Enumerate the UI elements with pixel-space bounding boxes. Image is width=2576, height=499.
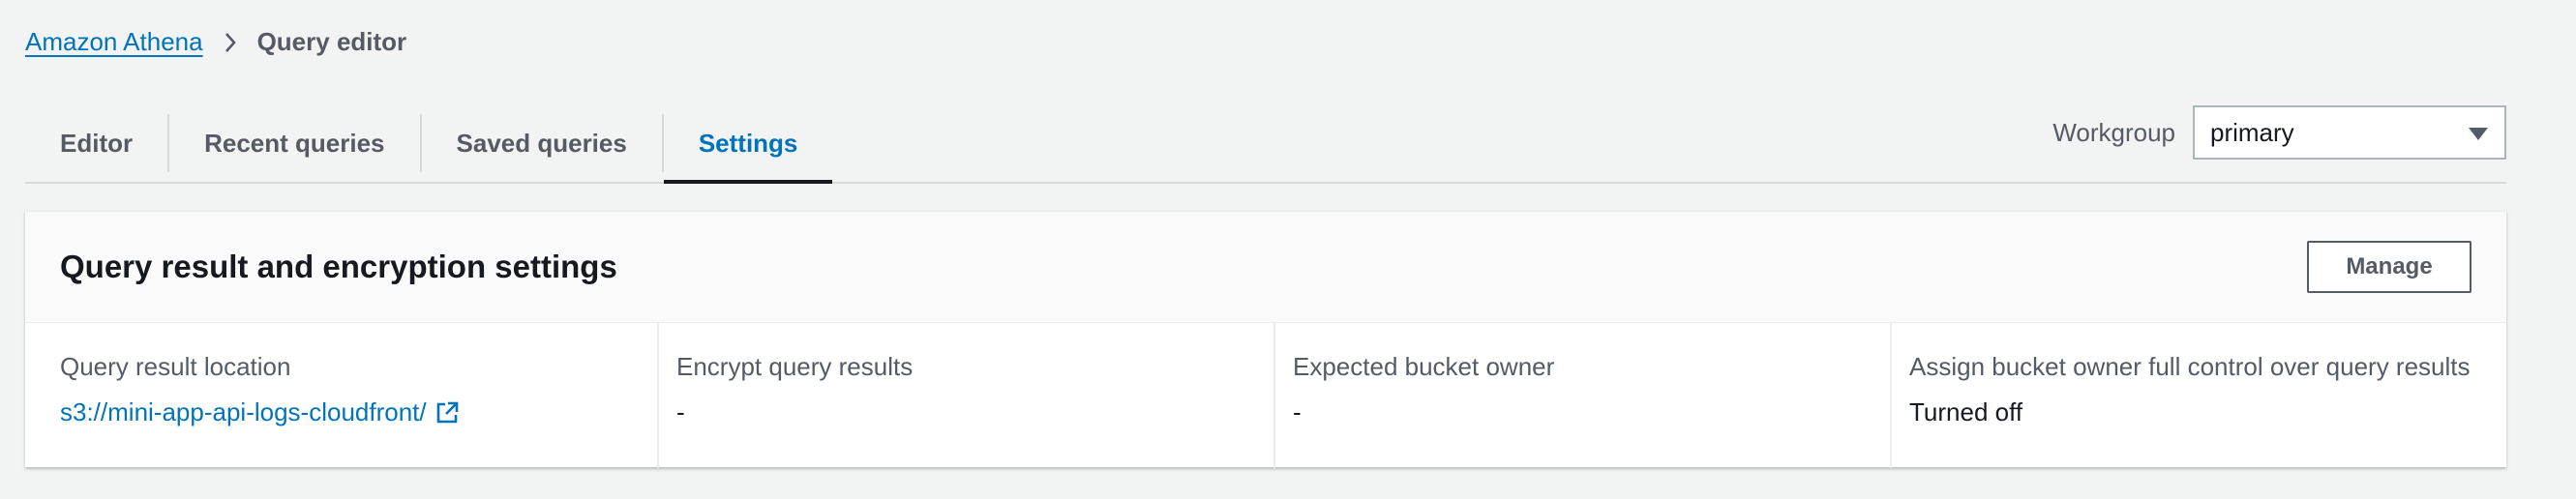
- chevron-right-icon: [223, 31, 238, 54]
- field-label: Assign bucket owner full control over qu…: [1909, 352, 2471, 381]
- workgroup-selector: Workgroup primary: [2052, 104, 2506, 161]
- breadcrumb-link-amazon-athena[interactable]: Amazon Athena: [25, 27, 203, 57]
- field-query-result-location: Query result location s3://mini-app-api-…: [25, 323, 657, 468]
- field-value: -: [1293, 397, 1302, 426]
- field-expected-bucket-owner: Expected bucket owner -: [1273, 323, 1890, 468]
- field-label: Query result location: [60, 352, 291, 381]
- field-label: Expected bucket owner: [1293, 352, 1555, 381]
- workgroup-value: primary: [2210, 117, 2294, 147]
- panel-header: Query result and encryption settings Man…: [25, 212, 2506, 323]
- breadcrumb-current: Query editor: [256, 27, 407, 56]
- field-value: -: [676, 397, 685, 426]
- field-label: Encrypt query results: [676, 352, 914, 381]
- field-value: Turned off: [1909, 397, 2023, 426]
- field-value: s3://mini-app-api-logs-cloudfront/: [60, 397, 427, 426]
- tab-editor[interactable]: Editor: [25, 104, 167, 182]
- field-encrypt-query-results: Encrypt query results -: [657, 323, 1273, 468]
- breadcrumb: Amazon Athena Query editor: [25, 27, 406, 57]
- athena-settings-page: Amazon Athena Query editor Editor Recent…: [0, 0, 2576, 499]
- tab-recent-queries[interactable]: Recent queries: [169, 104, 419, 182]
- panel-body: Query result location s3://mini-app-api-…: [25, 323, 2506, 468]
- manage-button[interactable]: Manage: [2307, 241, 2471, 293]
- field-bucket-owner-full-control: Assign bucket owner full control over qu…: [1890, 323, 2506, 468]
- caret-down-icon: [2468, 118, 2489, 148]
- tab-list: Editor Recent queries Saved queries Sett…: [25, 104, 833, 184]
- query-settings-panel: Query result and encryption settings Man…: [25, 211, 2506, 468]
- workgroup-select[interactable]: primary: [2193, 105, 2506, 160]
- query-result-location-link[interactable]: s3://mini-app-api-logs-cloudfront/: [60, 397, 622, 427]
- external-link-icon: [434, 400, 460, 426]
- panel-title: Query result and encryption settings: [60, 249, 617, 284]
- workgroup-label: Workgroup: [2052, 117, 2175, 147]
- tab-settings[interactable]: Settings: [663, 104, 833, 184]
- tab-saved-queries[interactable]: Saved queries: [422, 104, 662, 182]
